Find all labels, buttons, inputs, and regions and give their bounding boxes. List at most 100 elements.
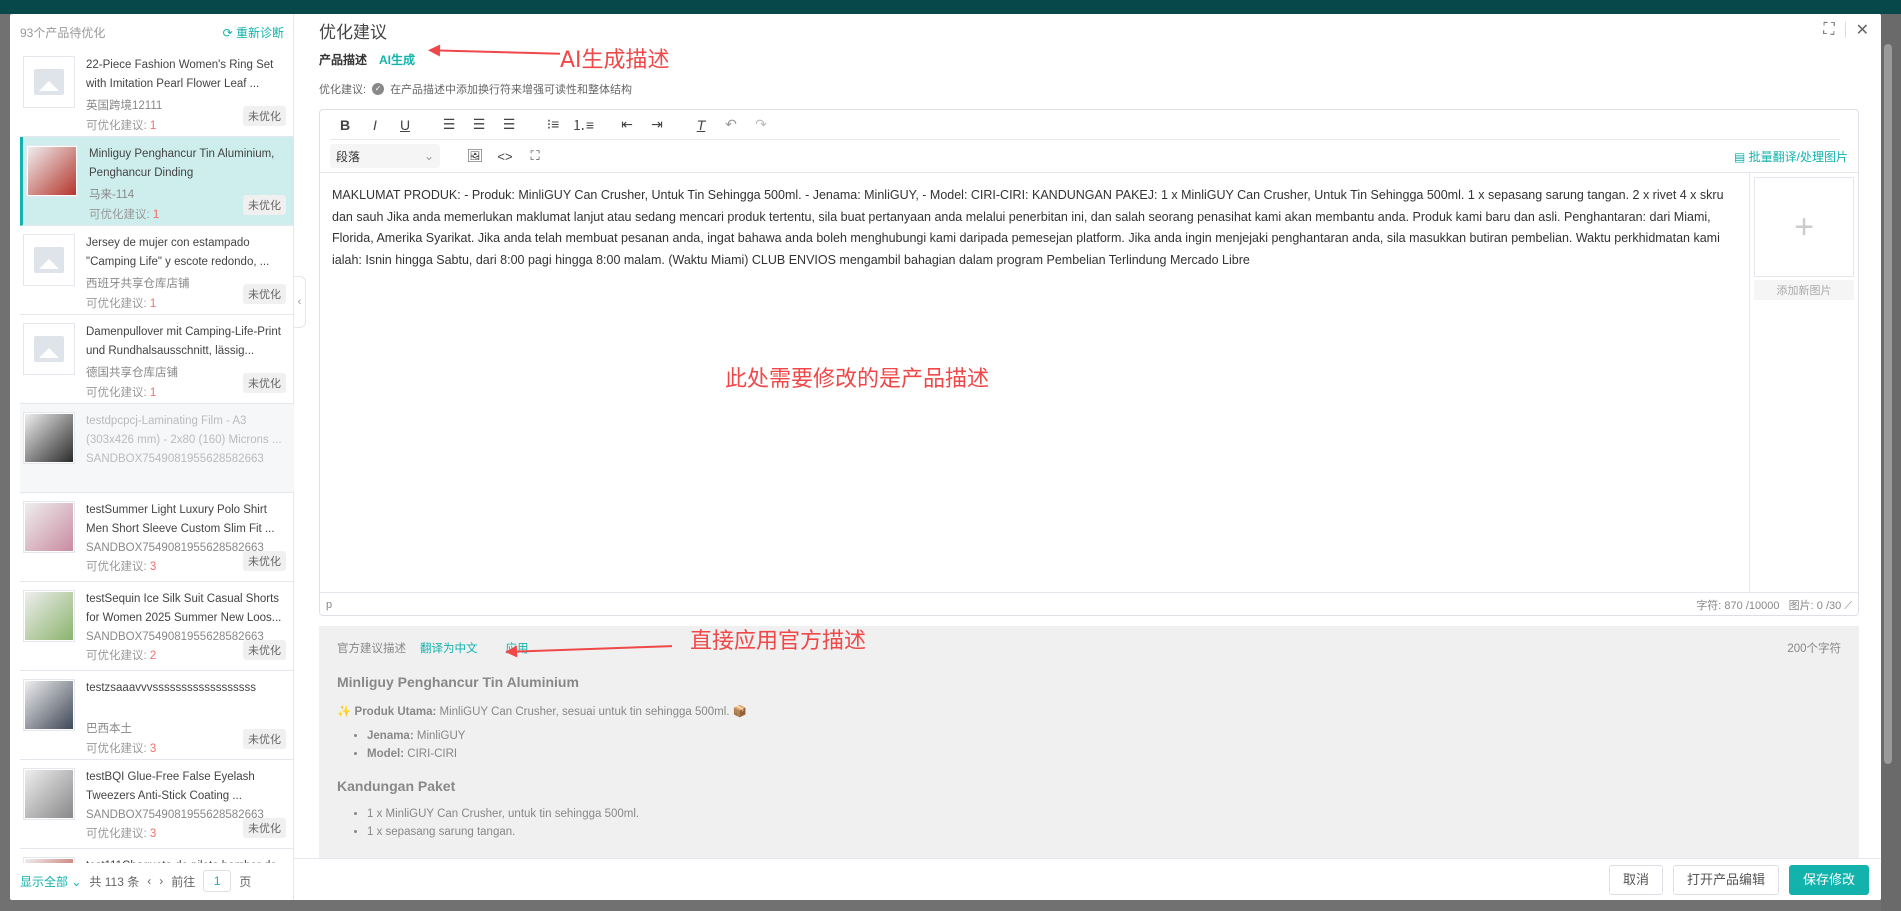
show-all-dropdown[interactable]: 显示全部 ⌄ [20, 873, 81, 890]
align-center-icon[interactable]: ☰ [464, 116, 494, 133]
suggestion-count-value: 1 [149, 298, 157, 310]
resize-handle-icon[interactable]: ⟋ [1844, 600, 1852, 612]
undo-icon[interactable]: ↶ [716, 116, 746, 133]
optimization-modal: 93个产品待优化 ⟳ 重新诊断 22-Piece Fashion Women's … [10, 14, 1881, 900]
product-list-item[interactable]: test111Chaqueta de piloto bomber de invi… [20, 849, 294, 863]
fullscreen-icon[interactable]: ⛶ [1823, 21, 1834, 39]
translate-chinese-button[interactable]: 翻译为中文 [420, 640, 478, 656]
divider [1844, 22, 1846, 38]
product-thumbnail [25, 503, 73, 551]
status-badge: 未优化 [243, 818, 286, 838]
sparkle-icon: ✨ [337, 706, 352, 718]
suggestion-count-label: 可优化建议: [86, 561, 150, 573]
indent-icon[interactable]: ⇥ [642, 116, 672, 133]
outdent-icon[interactable]: ⇤ [612, 116, 642, 133]
product-list-item[interactable]: testdpcpcj-Laminating Film - A3 (303x426… [20, 404, 294, 493]
suggestion-count-label: 可优化建议: [86, 743, 150, 755]
status-badge: 未优化 [243, 551, 286, 571]
product-list-item[interactable]: Minliguy Penghancur Tin Aluminium, Pengh… [20, 137, 294, 226]
pagination: 显示全部 ⌄ 共 113 条 ‹ › 前往 1 页 [20, 870, 294, 892]
underline-icon[interactable]: U [390, 117, 420, 133]
open-product-edit-button[interactable]: 打开产品编辑 [1672, 864, 1779, 895]
product-description-label: 产品描述 [319, 53, 368, 67]
bullet-list-icon[interactable]: ⁝≡ [538, 116, 568, 133]
suggestion-count-label: 可优化建议: [86, 298, 150, 310]
page-scrollbar[interactable] [1884, 44, 1892, 764]
product-thumbnail [25, 770, 73, 818]
suggestion-label: 优化建议: [319, 84, 367, 96]
official-char-count: 200个字符 [1787, 643, 1841, 655]
thumbnail [23, 234, 75, 286]
save-button[interactable]: 保存修改 [1788, 864, 1869, 895]
spec-value: CIRI-CIRI [404, 748, 458, 760]
product-thumbnail [25, 859, 73, 863]
main-product-text: MinliGUY Can Crusher, sesuai untuk tin s… [436, 706, 730, 718]
product-list-item[interactable]: testzsaaavvvssssssssssssssssss 巴西本土 可优化建议:… [20, 671, 294, 760]
next-page-button[interactable]: › [159, 874, 163, 888]
product-title: Minliguy Penghancur Tin Aluminium, Pengh… [89, 148, 275, 179]
official-contents: 1 x MinliGUY Can Crusher, untuk tin sehi… [367, 808, 1841, 838]
add-image-label: 添加新图片 [1754, 280, 1854, 300]
editor-fullscreen-icon[interactable]: ⛶ [520, 148, 550, 164]
description-content[interactable]: MAKLUMAT PRODUK: - Produk: MinliGUY Can … [320, 172, 1750, 592]
align-right-icon[interactable]: ☰ [494, 116, 524, 133]
thumbnail [23, 56, 75, 108]
clear-format-icon[interactable]: T [686, 117, 716, 133]
rediagnose-label: 重新诊断 [235, 26, 284, 40]
italic-icon[interactable]: I [360, 117, 390, 133]
content-item: 1 x MinliGUY Can Crusher, untuk tin sehi… [367, 808, 1841, 820]
product-list-item[interactable]: testSummer Light Luxury Polo Shirt Men S… [20, 493, 294, 582]
product-list-panel: 93个产品待优化 ⟳ 重新诊断 22-Piece Fashion Women's … [10, 14, 294, 900]
paragraph-format-select[interactable]: 段落 ⌄ [330, 144, 440, 168]
annotation-apply: 直接应用官方描述 [690, 629, 867, 654]
prev-page-button[interactable]: ‹ [147, 874, 151, 888]
product-list-item[interactable]: Damenpullover mit Camping-Life-Print und… [20, 315, 294, 404]
official-specs: Jenama: MinliGUY Model: CIRI-CIRI [367, 730, 1841, 760]
thumbnail [23, 857, 75, 863]
rediagnose-button[interactable]: ⟳ 重新诊断 [223, 24, 284, 41]
suggestion-count-label: 可优化建议: [86, 650, 150, 662]
code-view-icon[interactable]: <> [490, 149, 520, 164]
modal-footer: 取消 打开产品编辑 保存修改 [294, 858, 1881, 900]
element-path: p [326, 598, 333, 611]
product-list: 22-Piece Fashion Women's Ring Set with I… [20, 48, 294, 863]
official-description-label: 官方建议描述 [337, 643, 406, 655]
product-list-item[interactable]: testBQI Glue-Free False Eyelash Tweezers… [20, 760, 294, 849]
suggestion-count-label: 可优化建议: [89, 209, 153, 221]
image-placeholder-icon [34, 336, 64, 362]
total-count: 共 113 条 [89, 874, 140, 889]
batch-translate-button[interactable]: ▤ 批量翻译/处理图片 [1734, 148, 1848, 165]
insert-image-icon[interactable]: 🖼 [460, 148, 490, 164]
box-icon: 📦 [732, 706, 748, 718]
product-list-item[interactable]: testSequin Ice Silk Suit Casual Shorts f… [20, 582, 294, 671]
status-badge: 未优化 [243, 373, 286, 393]
suggestion-count-value: 3 [149, 561, 157, 573]
char-count: 字符: 870 /10000 [1696, 599, 1780, 612]
product-list-item[interactable]: 22-Piece Fashion Women's Ring Set with I… [20, 48, 294, 137]
add-image-button[interactable]: + [1754, 177, 1854, 277]
align-left-icon[interactable]: ☰ [434, 116, 464, 133]
product-list-item[interactable]: Jersey de mujer con estampado "Camping L… [20, 226, 294, 315]
page-input[interactable]: 1 [203, 870, 232, 892]
spec-value: MinliGUY [413, 730, 466, 742]
official-main-product: ✨ Produk Utama: MinliGUY Can Crusher, se… [337, 704, 1841, 718]
numbered-list-icon[interactable]: ⒈≡ [568, 115, 598, 135]
cancel-button[interactable]: 取消 [1608, 864, 1663, 895]
product-title: testdpcpcj-Laminating Film - A3 (303x426… [86, 415, 282, 446]
redo-icon[interactable]: ↷ [746, 116, 776, 133]
bold-icon[interactable]: B [330, 117, 360, 133]
thumbnail [23, 768, 75, 820]
image-placeholder-icon [34, 247, 64, 273]
ai-generate-button[interactable]: AI生成 [379, 51, 415, 68]
collapse-panel-button[interactable]: ‹ [294, 276, 306, 328]
suggestion-count-value: 3 [149, 743, 157, 755]
pending-count: 93个产品待优化 [20, 26, 106, 40]
batch-translate-label: 批量翻译/处理图片 [1748, 150, 1848, 164]
status-badge: 未优化 [243, 195, 286, 215]
suggestion-count-value: 2 [149, 650, 157, 662]
close-icon[interactable]: ✕ [1856, 20, 1869, 40]
status-badge: 未优化 [243, 640, 286, 660]
editor-status-bar: p 字符: 870 /10000 图片: 0 /30 ⟋ [320, 592, 1858, 616]
official-heading-2: Kandungan Paket [337, 778, 456, 794]
show-all-label: 显示全部 [20, 874, 69, 889]
